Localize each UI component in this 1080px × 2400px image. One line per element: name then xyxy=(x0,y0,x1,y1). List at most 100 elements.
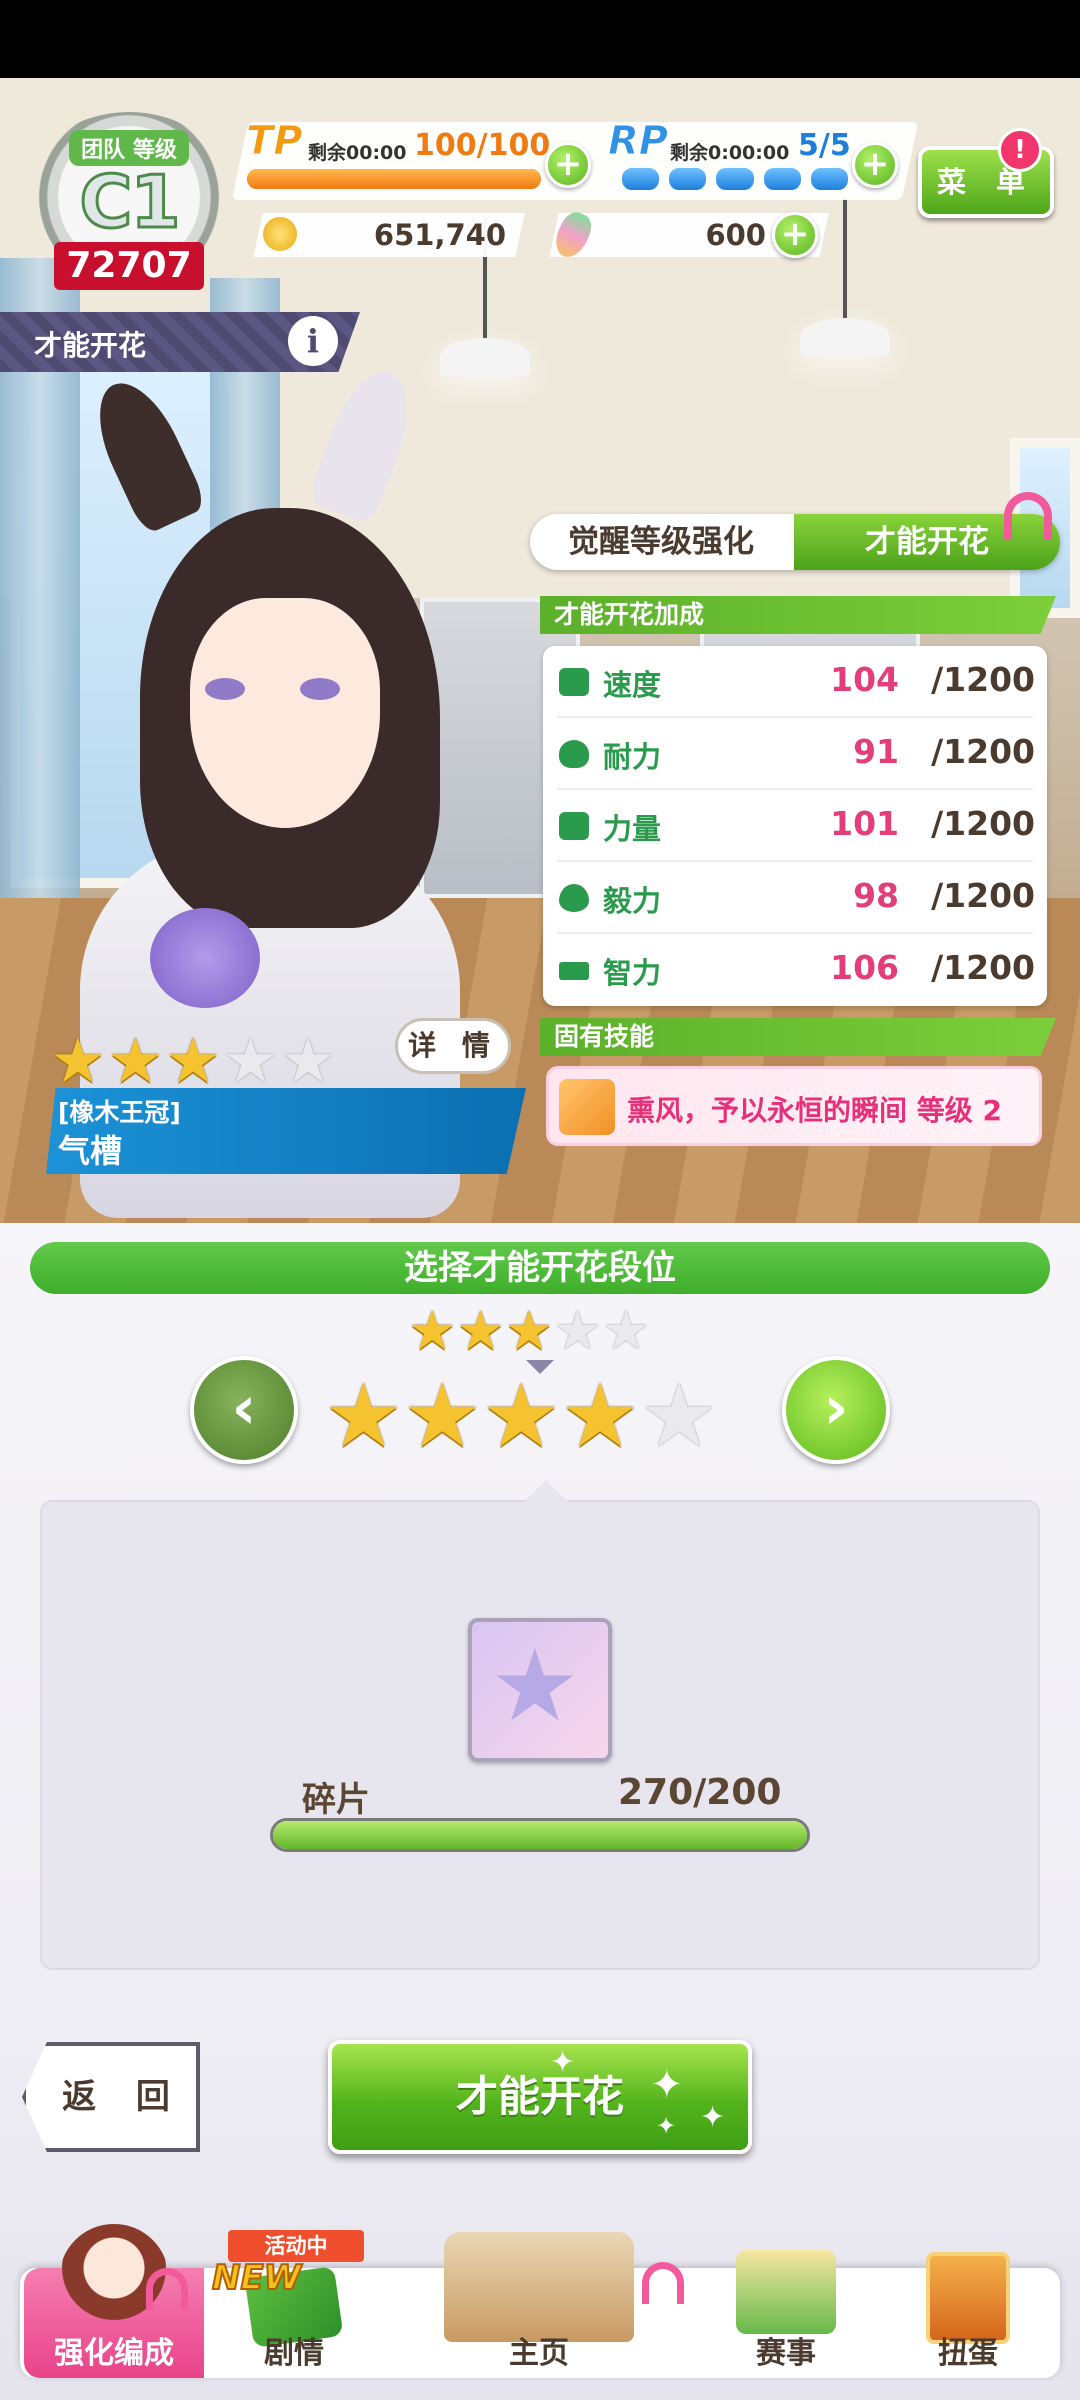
coin-icon xyxy=(260,214,300,254)
character-epithet: [橡木王冠] xyxy=(58,1098,181,1127)
stat-max: /1200 xyxy=(931,948,1035,987)
current-tier-star-icon: ★ xyxy=(504,1299,554,1362)
nav-label: 扭蛋 xyxy=(938,2336,998,2371)
talent-bloom-button[interactable]: 才能开花 xyxy=(328,2040,752,2154)
character-eye xyxy=(205,678,245,700)
rp-pip xyxy=(808,166,851,192)
rp-pip xyxy=(714,166,756,192)
shoe-icon xyxy=(559,668,589,696)
team-score: 72707 xyxy=(54,242,204,290)
previous-tier-button[interactable]: ‹ xyxy=(190,1356,298,1464)
carrot-count: 600 xyxy=(705,218,766,252)
unique-skill-header: 固有技能 xyxy=(540,1018,1056,1056)
stat-value: 91 xyxy=(853,732,899,771)
character-shard-item[interactable]: ★ xyxy=(468,1618,612,1762)
detail-button[interactable]: 详 情 xyxy=(395,1018,511,1074)
rp-count: 5/5 xyxy=(798,128,851,163)
talent-bloom-label: 才能开花 xyxy=(455,2072,624,2121)
stat-max: /1200 xyxy=(931,804,1035,843)
bloom-bonus-header: 才能开花加成 xyxy=(540,596,1056,634)
stat-name: 毅力 xyxy=(603,884,662,918)
stat-max: /1200 xyxy=(931,876,1035,915)
rp-add-button[interactable]: + xyxy=(852,142,898,188)
shard-star-icon: ★ xyxy=(490,1627,580,1744)
rarity-star-icon: ★ xyxy=(50,1024,106,1097)
tp-bar xyxy=(244,166,544,192)
target-tier-star-icon: ★ xyxy=(560,1364,640,1467)
current-tier-star-icon: ★ xyxy=(456,1299,505,1362)
coin-count: 651,740 xyxy=(373,218,506,252)
unique-skill-name: 熏风，予以永恒的瞬间 等级 2 xyxy=(627,1094,1002,1127)
nav-race[interactable]: 赛事 xyxy=(694,2250,878,2378)
carrot-add-button[interactable]: + xyxy=(772,212,818,258)
school-building-icon xyxy=(444,2232,634,2342)
horseshoe-icon xyxy=(146,2268,188,2310)
heart-icon xyxy=(559,740,589,768)
ceiling-lamp xyxy=(800,198,890,356)
shard-progress-fill xyxy=(273,1821,807,1849)
stat-name: 智力 xyxy=(603,956,662,990)
character-name: 气槽 xyxy=(58,1132,123,1170)
new-badge: NEW xyxy=(211,2257,302,2299)
rarity-star-icon: ★ xyxy=(280,1024,336,1097)
rarity-star-icon: ★ xyxy=(165,1024,221,1097)
nav-label: 剧情 xyxy=(264,2336,324,2371)
stat-name: 速度 xyxy=(603,668,662,702)
shard-progress-bar xyxy=(270,1818,810,1852)
info-button[interactable]: i xyxy=(288,316,338,366)
stat-name: 力量 xyxy=(603,812,662,846)
character-face xyxy=(190,598,380,828)
horseshoe-icon xyxy=(642,2262,684,2304)
rarity-star-icon: ★ xyxy=(222,1024,279,1097)
target-tier-star-icon: ★ xyxy=(639,1364,719,1467)
shard-count: 270/200 xyxy=(618,1772,782,1813)
rp-pip xyxy=(761,166,803,192)
rarity-star-icon: ★ xyxy=(107,1024,164,1097)
unique-skill-row[interactable]: 熏风，予以永恒的瞬间 等级 2 xyxy=(546,1066,1042,1146)
nav-label: 赛事 xyxy=(756,2336,816,2371)
ceiling-lamp xyxy=(440,218,530,376)
stat-row: 速度 104/1200 xyxy=(543,646,1047,718)
stat-row: 毅力 98/1200 xyxy=(543,862,1047,934)
target-tier-star-icon: ★ xyxy=(402,1364,482,1467)
stat-value: 98 xyxy=(853,876,899,915)
stat-row: 耐力 91/1200 xyxy=(543,718,1047,790)
nav-gacha[interactable]: 扭蛋 xyxy=(878,2252,1058,2378)
team-rank-badge[interactable]: 团队 等级 C1 72707 xyxy=(14,92,244,302)
stat-max: /1200 xyxy=(931,732,1035,771)
back-button[interactable]: 返 回 xyxy=(22,2042,200,2152)
nav-label: 主页 xyxy=(509,2336,569,2371)
current-tier-star-icon: ★ xyxy=(553,1299,602,1362)
character-rarity-stars: ★ ★ ★ ★ ★ xyxy=(50,1030,336,1092)
current-tier-star-icon: ★ xyxy=(601,1299,651,1362)
tp-add-button[interactable]: + xyxy=(545,142,591,188)
flame-icon xyxy=(559,884,589,912)
target-tier-stars: ★ ★ ★ ★ ★ xyxy=(324,1372,718,1460)
page-title: 才能开花 xyxy=(34,329,147,362)
race-gate-icon xyxy=(736,2250,836,2334)
stat-value: 101 xyxy=(830,804,899,843)
horseshoe-icon xyxy=(1004,492,1052,540)
rp-pip xyxy=(620,166,662,192)
tp-remaining-time: 剩余00:00 xyxy=(308,142,407,164)
stat-value: 104 xyxy=(830,660,899,699)
tp-bar-fill xyxy=(247,169,541,189)
shard-label: 碎片 xyxy=(302,1780,370,1820)
next-tier-button[interactable]: › xyxy=(782,1356,890,1464)
current-tier-stars: ★ ★ ★ ★ ★ xyxy=(408,1304,650,1358)
target-tier-star-icon: ★ xyxy=(324,1364,403,1467)
skill-icon xyxy=(559,1079,615,1135)
stat-name: 耐力 xyxy=(603,740,662,774)
rp-remaining-time: 剩余0:00:00 xyxy=(670,142,790,164)
tp-count: 100/100 xyxy=(414,128,551,163)
nav-label: 强化编成 xyxy=(54,2336,174,2371)
muscle-icon xyxy=(559,812,589,840)
sparkle-icon: ✦ xyxy=(656,2112,677,2140)
rp-pip xyxy=(667,166,709,192)
stat-row: 力量 101/1200 xyxy=(543,790,1047,862)
stat-max: /1200 xyxy=(931,660,1035,699)
tab-awaken-level[interactable]: 觉醒等级强化 xyxy=(530,514,792,570)
current-tier-star-icon: ★ xyxy=(408,1299,457,1362)
tp-label: TP xyxy=(246,118,304,165)
rp-gauge xyxy=(620,166,851,192)
